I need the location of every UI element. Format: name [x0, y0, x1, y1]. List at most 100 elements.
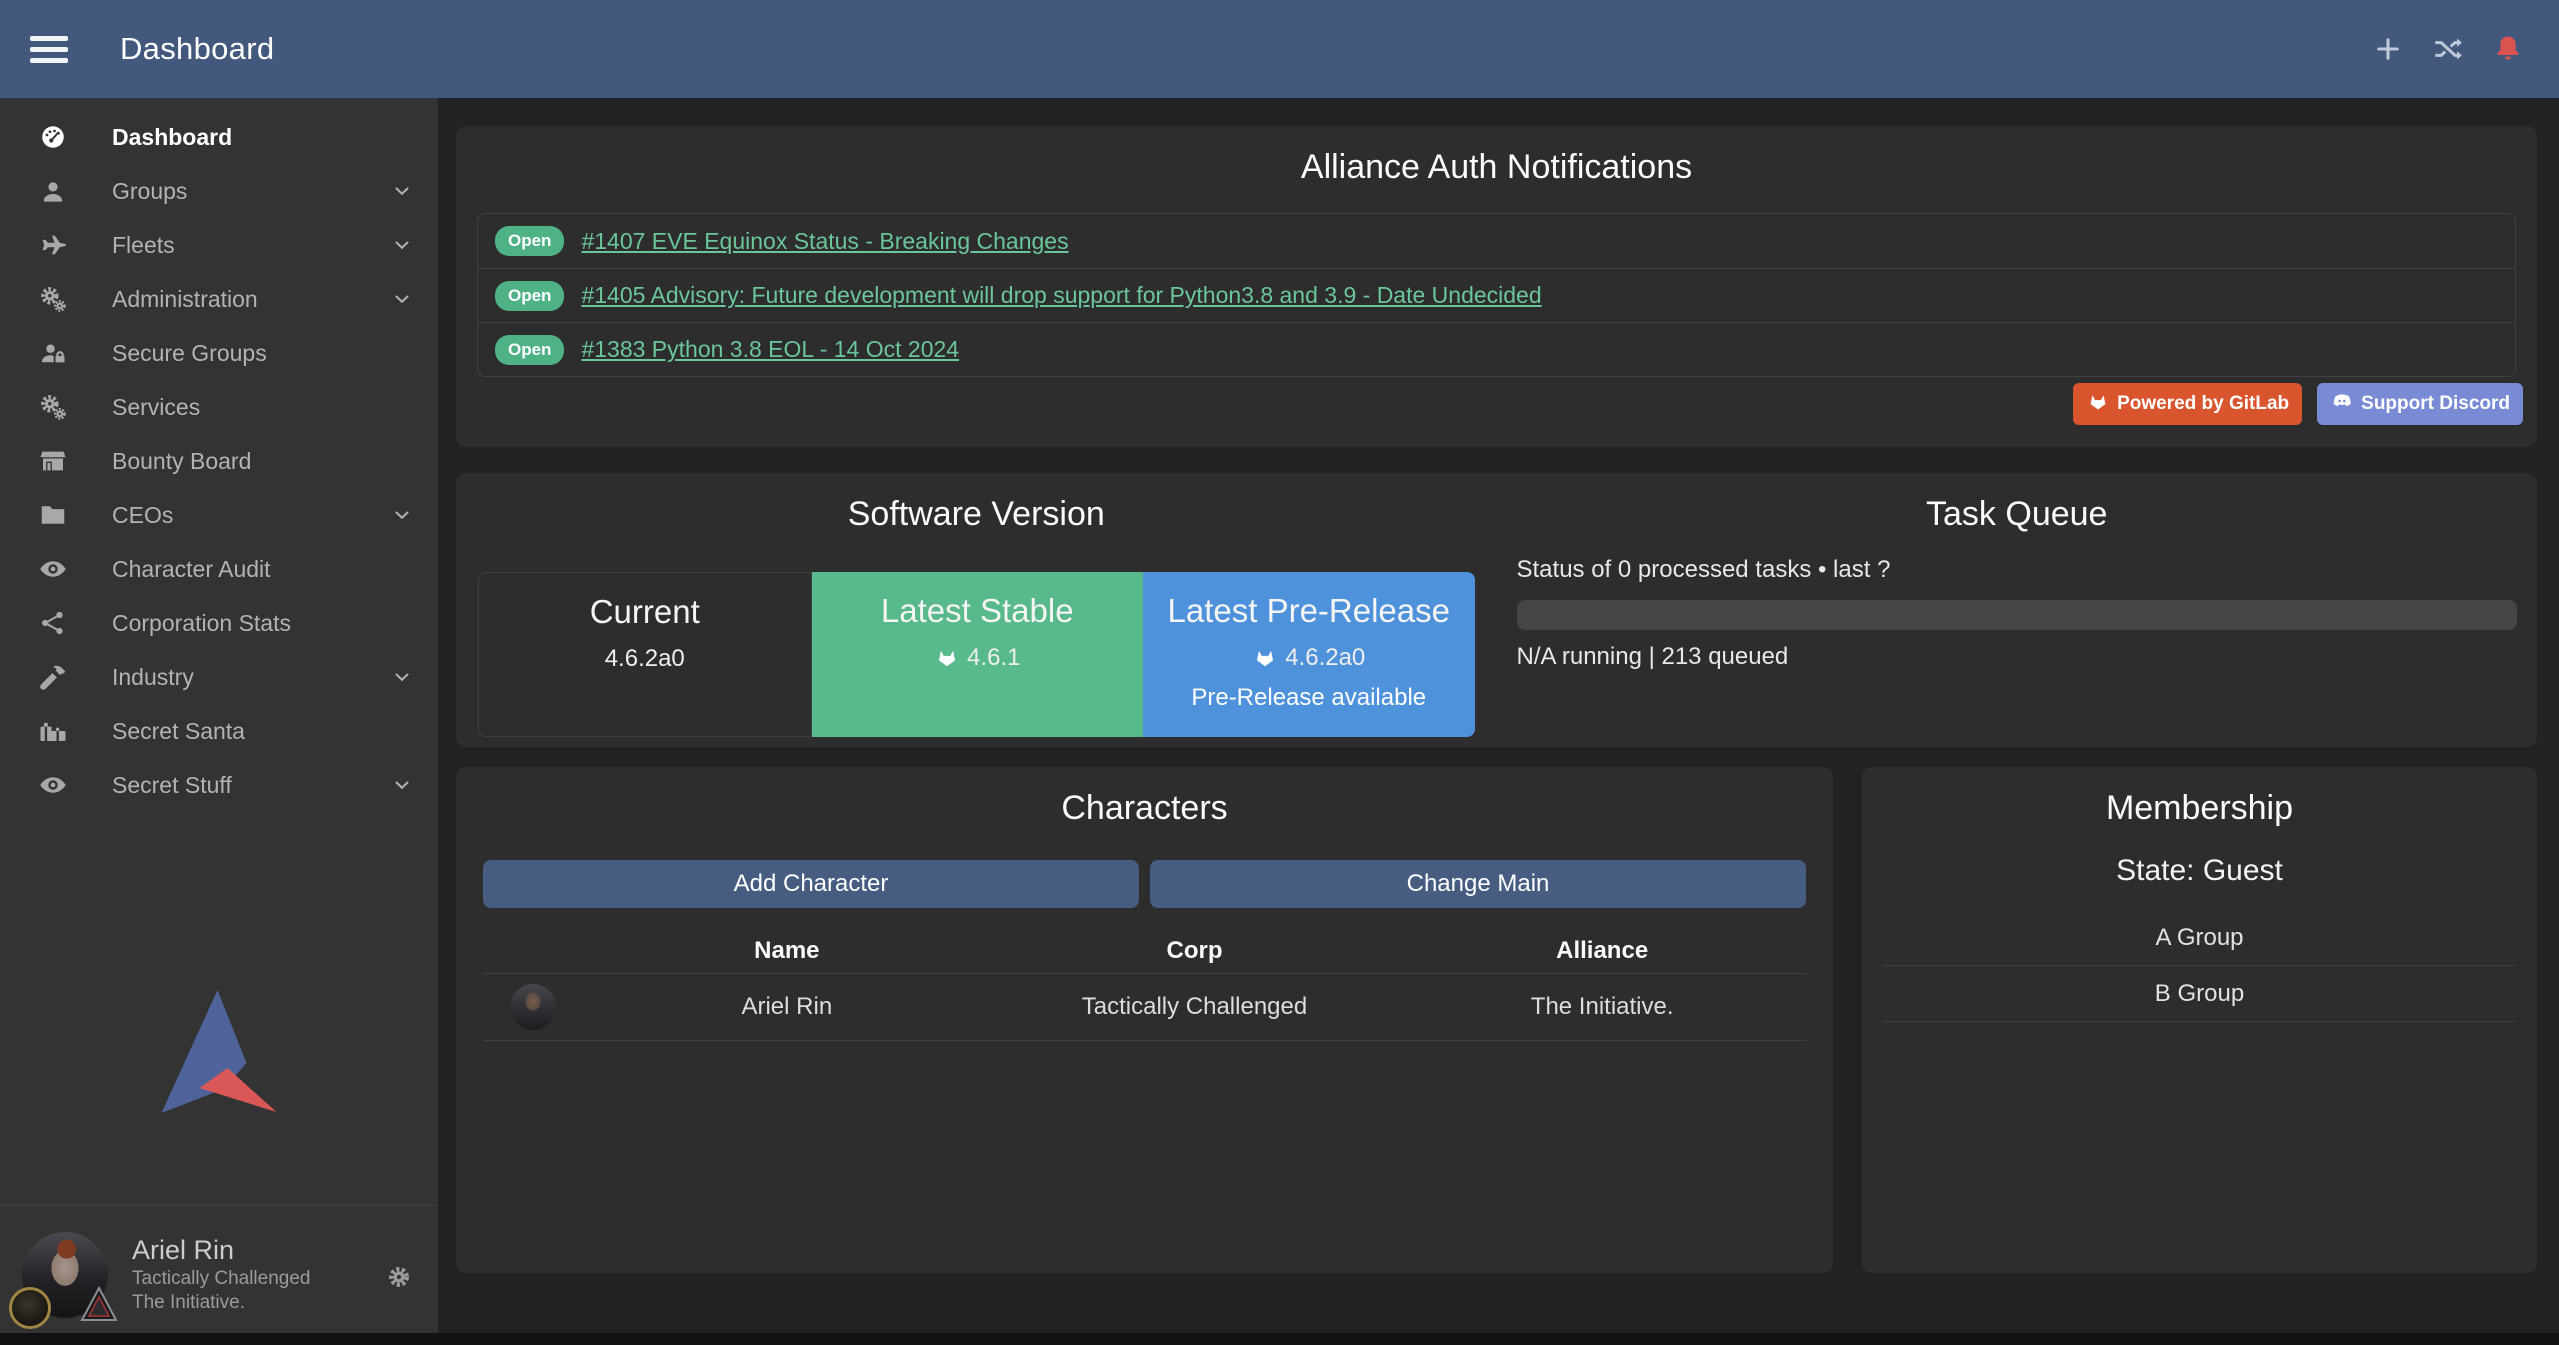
notifications-bell-icon[interactable]: [2491, 32, 2525, 66]
user-info: Ariel Rin Tactically Challenged The Init…: [132, 1232, 311, 1315]
sidebar-item-fleets[interactable]: Fleets: [0, 218, 438, 272]
characters-title: Characters: [456, 767, 1833, 828]
sidebar-item-label: Secure Groups: [112, 340, 267, 367]
sidebar-item-label: Dashboard: [112, 124, 232, 151]
notification-row: Open #1383 Python 3.8 EOL - 14 Oct 2024: [478, 322, 2515, 376]
sidebar-item-label: CEOs: [112, 502, 173, 529]
user-corporation: Tactically Challenged: [132, 1267, 311, 1291]
shuffle-icon[interactable]: [2431, 32, 2465, 66]
hammer-icon: [38, 662, 68, 692]
user-alliance: The Initiative.: [132, 1291, 311, 1315]
notifications-footer-badges: Powered by GitLab Support Discord: [2073, 383, 2523, 425]
bottom-row: Characters Add Character Change Main Nam…: [456, 767, 2537, 1273]
software-version-title: Software Version: [456, 473, 1497, 534]
main-content: Alliance Auth Notifications Open #1407 EV…: [438, 98, 2559, 1333]
user-settings-gear-icon[interactable]: [386, 1264, 412, 1290]
navbar-actions: [2371, 32, 2525, 66]
sidebar-item-secure-groups[interactable]: Secure Groups: [0, 326, 438, 380]
status-badge: Open: [495, 335, 564, 365]
column-alliance: Alliance: [1398, 937, 1806, 965]
version-boxes: Current 4.6.2a0 Latest Stable 4.6.1 Late…: [478, 572, 1475, 737]
user-lock-icon: [38, 338, 68, 368]
sidebar-item-dashboard[interactable]: Dashboard: [0, 110, 438, 164]
chevron-down-icon: [390, 287, 414, 311]
membership-card: Membership State: Guest A Group B Group: [1862, 767, 2537, 1273]
chevron-down-icon: [390, 503, 414, 527]
gitlab-icon: [934, 644, 967, 671]
version-box-latest-prerelease: Latest Pre-Release 4.6.2a0 Pre-Release a…: [1143, 572, 1475, 737]
sidebar-item-label: Secret Santa: [112, 718, 245, 745]
support-discord-badge[interactable]: Support Discord: [2317, 383, 2523, 425]
notification-row: Open #1405 Advisory: Future development w…: [478, 268, 2515, 322]
powered-by-gitlab-badge[interactable]: Powered by GitLab: [2073, 383, 2302, 425]
gitlab-icon: [2086, 389, 2110, 419]
task-queue-counts: N/A running | 213 queued: [1517, 643, 2518, 671]
alliance-auth-dashboard: Dashboard Dashboard Groups Fleets Administr…: [0, 0, 2559, 1345]
eye-icon: [38, 554, 68, 584]
sidebar-item-label: Fleets: [112, 232, 175, 259]
notifications-list: Open #1407 EVE Equinox Status - Breaking …: [477, 213, 2516, 377]
sidebar-item-groups[interactable]: Groups: [0, 164, 438, 218]
task-queue-progress-bar: [1517, 600, 2518, 630]
add-icon[interactable]: [2371, 32, 2405, 66]
sidebar-item-label: Character Audit: [112, 556, 271, 583]
task-queue-section: Task Queue Status of 0 processed tasks •…: [1497, 473, 2538, 747]
sidebar: Dashboard Groups Fleets Administration Secur…: [0, 98, 438, 1333]
sidebar-user-panel: Ariel Rin Tactically Challenged The Init…: [0, 1205, 438, 1333]
share-icon: [38, 608, 68, 638]
character-portrait: [510, 984, 556, 1030]
gauge-icon: [38, 122, 68, 152]
membership-group: A Group: [1883, 910, 2516, 966]
sidebar-item-secret-santa[interactable]: Secret Santa: [0, 704, 438, 758]
sidebar-item-services[interactable]: Services: [0, 380, 438, 434]
page-bottom-strip: [0, 1333, 2559, 1345]
character-alliance: The Initiative.: [1398, 993, 1806, 1021]
notification-link[interactable]: #1407 EVE Equinox Status - Breaking Chan…: [581, 228, 1068, 255]
change-main-button[interactable]: Change Main: [1150, 860, 1806, 908]
software-version-section: Software Version Current 4.6.2a0 Latest …: [456, 473, 1497, 747]
sidebar-item-corporation-stats[interactable]: Corporation Stats: [0, 596, 438, 650]
chevron-down-icon: [390, 773, 414, 797]
user-name: Ariel Rin: [132, 1234, 311, 1267]
gifts-icon: [38, 716, 68, 746]
sidebar-item-ceos[interactable]: CEOs: [0, 488, 438, 542]
notifications-title: Alliance Auth Notifications: [456, 126, 2537, 187]
sidebar-item-bounty-board[interactable]: Bounty Board: [0, 434, 438, 488]
notification-link[interactable]: #1405 Advisory: Future development will …: [581, 282, 1541, 309]
user-avatar: [22, 1232, 108, 1318]
page-title: Dashboard: [120, 31, 274, 67]
characters-card: Characters Add Character Change Main Nam…: [456, 767, 1833, 1273]
sidebar-item-label: Corporation Stats: [112, 610, 291, 637]
sidebar-item-label: Industry: [112, 664, 194, 691]
software-version-task-queue-card: Software Version Current 4.6.2a0 Latest …: [456, 473, 2537, 747]
sidebar-item-character-audit[interactable]: Character Audit: [0, 542, 438, 596]
sidebar-item-industry[interactable]: Industry: [0, 650, 438, 704]
sidebar-toggle-icon[interactable]: [30, 30, 68, 69]
character-name: Ariel Rin: [583, 993, 991, 1021]
sidebar-item-administration[interactable]: Administration: [0, 272, 438, 326]
chevron-down-icon: [390, 179, 414, 203]
alliance-logo-badge: [79, 1285, 119, 1325]
character-corp: Tactically Challenged: [991, 993, 1399, 1021]
status-badge: Open: [495, 226, 564, 256]
gitlab-icon: [1252, 644, 1285, 671]
jet-icon: [38, 230, 68, 260]
alliance-auth-notifications-card: Alliance Auth Notifications Open #1407 EV…: [456, 126, 2537, 447]
status-badge: Open: [495, 281, 564, 311]
sidebar-item-label: Bounty Board: [112, 448, 251, 475]
sidebar-item-label: Groups: [112, 178, 187, 205]
corp-logo-badge: [9, 1287, 51, 1329]
version-box-current: Current 4.6.2a0: [478, 572, 812, 737]
membership-group: B Group: [1883, 966, 2516, 1022]
sidebar-item-label: Services: [112, 394, 200, 421]
characters-table: Name Corp Alliance Ariel RinTactically C…: [483, 928, 1806, 1041]
characters-table-header: Name Corp Alliance: [483, 928, 1806, 974]
add-character-button[interactable]: Add Character: [483, 860, 1139, 908]
sidebar-item-secret-stuff[interactable]: Secret Stuff: [0, 758, 438, 812]
characters-table-body: Ariel RinTactically ChallengedThe Initia…: [483, 974, 1806, 1041]
membership-groups: A Group B Group: [1883, 910, 2516, 1022]
characters-buttons: Add Character Change Main: [483, 860, 1806, 908]
discord-icon: [2330, 389, 2354, 419]
notification-row: Open #1407 EVE Equinox Status - Breaking …: [478, 214, 2515, 268]
notification-link[interactable]: #1383 Python 3.8 EOL - 14 Oct 2024: [581, 336, 959, 363]
